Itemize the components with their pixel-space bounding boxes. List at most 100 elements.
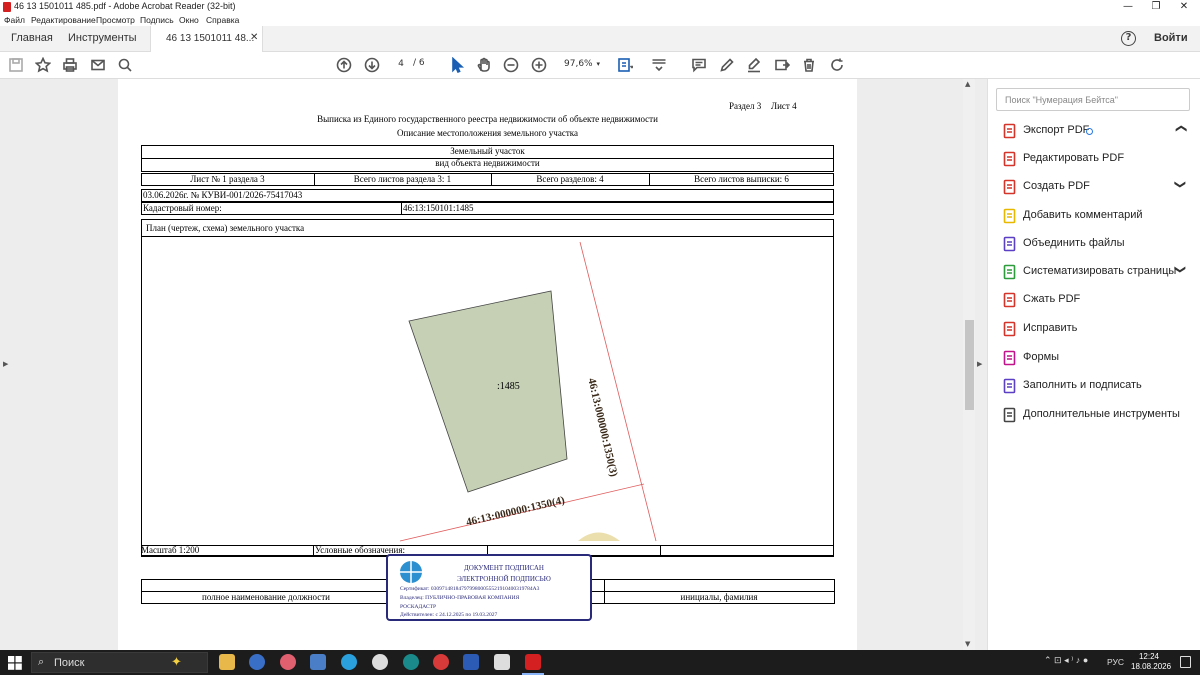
language-indicator[interactable]: РУС: [1107, 657, 1124, 667]
help-icon[interactable]: ?: [1121, 31, 1136, 46]
telegram-icon[interactable]: [341, 654, 357, 670]
minimize-button[interactable]: —: [1113, 0, 1143, 14]
print-icon[interactable]: [61, 57, 79, 75]
yandex-browser-icon[interactable]: [249, 654, 265, 670]
system-tray-icons[interactable]: ⌃ ⊡ ◂ ⁾ ♪ ●: [1044, 655, 1088, 666]
tab-home[interactable]: Главная: [11, 32, 53, 44]
email-icon[interactable]: [89, 57, 107, 75]
new-badge-icon: [1086, 128, 1093, 135]
chevron-icon[interactable]: ❯: [1174, 124, 1187, 133]
tools-search-input[interactable]: Поиск "Нумерация Бейтса": [996, 88, 1190, 111]
menu-view[interactable]: Просмотр: [96, 15, 135, 25]
edge-icon[interactable]: [403, 654, 419, 670]
position-caption: полное наименование должности: [202, 592, 330, 602]
tool-item-label: Исправить: [1023, 322, 1078, 334]
restore-button[interactable]: ❐: [1141, 0, 1171, 14]
menu-window[interactable]: Окно: [179, 15, 199, 25]
tool-item-combine-files[interactable]: Объединить файлы: [1000, 235, 1190, 255]
acrobat-app-icon: [3, 2, 11, 12]
scroll-up-icon[interactable]: ▲: [965, 80, 970, 88]
search-icon[interactable]: [116, 57, 134, 75]
tool-item-compress-pdf[interactable]: Сжать PDF: [1000, 291, 1190, 311]
forms-icon: [1002, 350, 1018, 366]
menu-bar: Файл Редактирование Просмотр Подпись Окн…: [0, 14, 1200, 26]
hand-tool-icon[interactable]: [475, 57, 493, 75]
menu-edit[interactable]: Редактирование: [31, 15, 96, 25]
tool-item-export-pdf[interactable]: Экспорт PDF ❯: [1000, 122, 1190, 142]
chevron-icon[interactable]: ❯: [1174, 265, 1187, 274]
page-fit-icon[interactable]: [616, 57, 635, 75]
title-bar: 46 13 1501011 485.pdf - Adobe Acrobat Re…: [0, 0, 1200, 14]
edit-pdf-icon: [1002, 151, 1018, 167]
search-icon: ⌕: [38, 656, 45, 668]
export-pdf-icon: [1002, 123, 1018, 139]
chevron-icon[interactable]: ❯: [1174, 180, 1187, 189]
acrobat-taskbar-icon[interactable]: [525, 654, 541, 670]
tool-item-more-tools[interactable]: Дополнительные инструменты: [1000, 406, 1190, 426]
tool-item-create-pdf[interactable]: Создать PDF ❯: [1000, 178, 1190, 198]
tool-item-label: Объединить файлы: [1023, 237, 1125, 249]
tool-item-forms[interactable]: Формы: [1000, 349, 1190, 369]
sparkle-icon[interactable]: ✦: [171, 654, 187, 670]
zoom-in-icon[interactable]: [530, 57, 548, 75]
comment-icon[interactable]: [690, 57, 708, 75]
fill-sign-icon: [1002, 378, 1018, 394]
tab-document[interactable]: 46 13 1501011 48... ✕: [150, 26, 263, 53]
tab-document-label: 46 13 1501011 48...: [166, 33, 255, 44]
pen-icon[interactable]: [718, 57, 736, 75]
close-tab-icon[interactable]: ✕: [250, 32, 258, 43]
page-total: / 6: [413, 58, 425, 68]
left-panel-toggle-icon[interactable]: ▶: [3, 360, 8, 368]
e-signature-stamp: ДОКУМЕНТ ПОДПИСАН ЭЛЕКТРОННОЙ ПОДПИСЬЮ С…: [386, 554, 592, 621]
tool-item-redact[interactable]: Исправить: [1000, 320, 1190, 340]
clock[interactable]: 12:24 18.08.2026: [1131, 652, 1171, 672]
archiver-icon[interactable]: [494, 654, 510, 670]
tool-item-label: Добавить комментарий: [1023, 209, 1143, 221]
menu-sign[interactable]: Подпись: [140, 15, 174, 25]
clock-time: 12:24: [1138, 652, 1160, 661]
notifications-icon[interactable]: [1180, 656, 1191, 668]
parcel-label: :1485: [497, 381, 520, 392]
tool-item-edit-pdf[interactable]: Редактировать PDF: [1000, 150, 1190, 170]
stamp-line1: ДОКУМЕНТ ПОДПИСАН: [464, 564, 544, 572]
page-number-input[interactable]: 4: [393, 56, 409, 72]
windows-start-icon[interactable]: [8, 656, 22, 670]
previous-page-icon[interactable]: [335, 57, 353, 75]
menu-help[interactable]: Справка: [206, 15, 239, 25]
tool-item-comment[interactable]: Добавить комментарий: [1000, 207, 1190, 227]
initials-caption: инициалы, фамилия: [680, 592, 758, 602]
next-page-icon[interactable]: [363, 57, 381, 75]
zoom-out-icon[interactable]: [502, 57, 520, 75]
file-explorer-icon[interactable]: [219, 654, 235, 670]
scroll-down-icon[interactable]: ▼: [965, 640, 970, 648]
parcel-polygon: [408, 290, 568, 493]
pdf-page: Раздел 3 Лист 4 Выписка из Единого госуд…: [118, 79, 857, 650]
rotate-icon[interactable]: [828, 57, 846, 75]
tool-item-label: Экспорт PDF: [1023, 124, 1090, 136]
zoom-dropdown-icon: ▾: [596, 60, 600, 68]
browser-icon[interactable]: [280, 654, 296, 670]
delete-icon[interactable]: [800, 57, 818, 75]
menu-file[interactable]: Файл: [4, 15, 25, 25]
app-icon[interactable]: [433, 654, 449, 670]
word-icon[interactable]: [463, 654, 479, 670]
sign-pen-icon[interactable]: [745, 57, 763, 75]
tool-item-organize-pages[interactable]: Систематизировать страницы ❯: [1000, 263, 1190, 283]
save-icon[interactable]: [7, 57, 25, 75]
share-sign-icon[interactable]: [773, 57, 791, 75]
taskbar-search-label: Поиск: [54, 657, 85, 669]
scrollbar-thumb[interactable]: [965, 320, 974, 410]
right-panel-toggle-icon[interactable]: ▶: [977, 360, 982, 368]
signin-button[interactable]: Войти: [1154, 32, 1188, 44]
bookmark-star-icon[interactable]: [34, 56, 52, 75]
tab-tools[interactable]: Инструменты: [68, 32, 137, 44]
comment-icon: [1002, 208, 1018, 224]
close-window-button[interactable]: ✕: [1169, 0, 1199, 14]
tool-item-fill-sign[interactable]: Заполнить и подписать: [1000, 377, 1190, 397]
calculator-icon[interactable]: [310, 654, 326, 670]
select-cursor-icon[interactable]: [448, 56, 466, 75]
chrome-icon[interactable]: [372, 654, 388, 670]
zoom-select[interactable]: 97,6% ▾: [558, 56, 604, 72]
scroll-mode-icon[interactable]: [650, 57, 668, 75]
tool-item-label: Дополнительные инструменты: [1023, 408, 1180, 420]
